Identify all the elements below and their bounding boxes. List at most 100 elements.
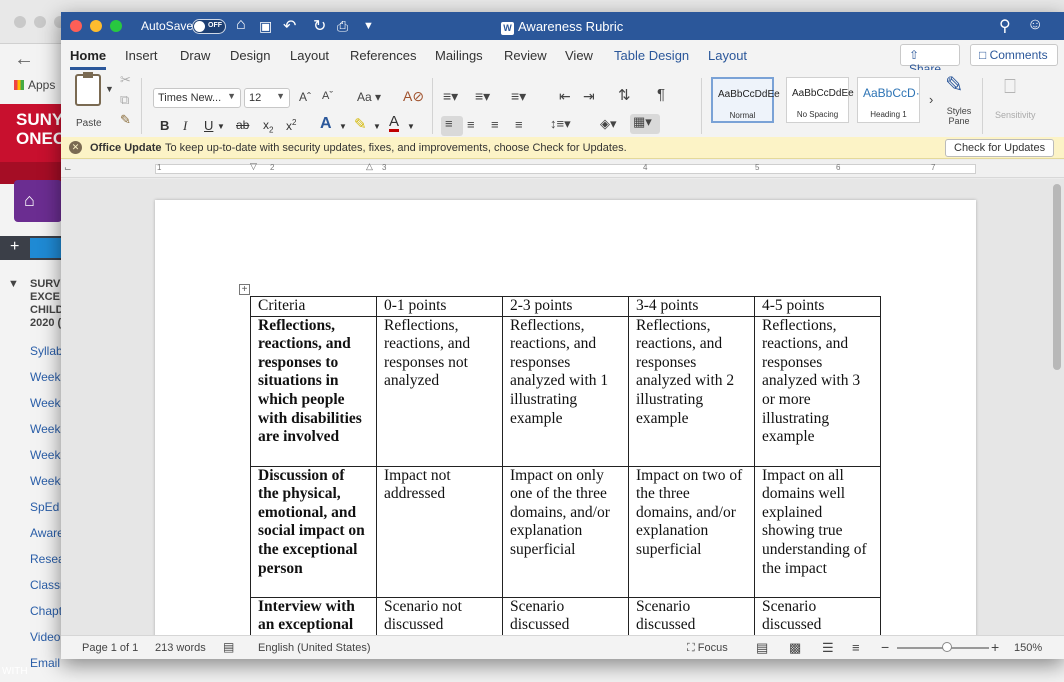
styles-pane-icon[interactable]: ✎: [945, 72, 973, 102]
table-move-handle-icon[interactable]: +: [239, 284, 250, 295]
numbering-icon[interactable]: ≡▾: [475, 88, 490, 105]
maximize-window-button[interactable]: [110, 20, 122, 32]
strikethrough-icon[interactable]: ab: [236, 118, 249, 132]
browser-close-dot[interactable]: [14, 16, 26, 28]
table-header-cell[interactable]: 3-4 points: [628, 296, 755, 317]
superscript-icon[interactable]: x2: [286, 118, 296, 133]
shrink-font-icon[interactable]: Aˇ: [322, 90, 333, 102]
table-cell[interactable]: Reflections, reactions, and responses no…: [376, 315, 503, 467]
language-status[interactable]: English (United States): [258, 642, 371, 654]
borders-icon[interactable]: ▦▾: [630, 114, 660, 134]
feedback-smiley-icon[interactable]: ☺: [1027, 16, 1043, 34]
multilevel-list-icon[interactable]: ≡▾: [511, 88, 526, 105]
collapse-arrow-icon[interactable]: ▼: [8, 278, 19, 291]
table-cell[interactable]: Scenario not discussed: [376, 596, 503, 635]
sidebar-link[interactable]: Chapt: [30, 604, 62, 618]
close-window-button[interactable]: [70, 20, 82, 32]
column-marker[interactable]: △: [366, 161, 373, 172]
font-name-select[interactable]: Times New... ▼: [153, 88, 241, 108]
course-home-icon[interactable]: ⌂: [14, 180, 62, 222]
web-layout-view-icon[interactable]: ▩: [789, 640, 801, 656]
sidebar-link[interactable]: Classr: [30, 578, 62, 592]
zoom-out-icon[interactable]: −: [881, 639, 889, 655]
sort-icon[interactable]: ⇅: [618, 86, 631, 104]
tab-review[interactable]: Review: [504, 48, 547, 63]
highlight-icon[interactable]: ✎: [354, 115, 367, 133]
table-cell[interactable]: Reflections, reactions, and responses an…: [628, 315, 755, 467]
bold-icon[interactable]: B: [160, 118, 169, 133]
text-effects-icon[interactable]: A: [320, 115, 332, 133]
undo-icon[interactable]: ↶: [283, 16, 296, 36]
browser-back-icon[interactable]: ←: [14, 48, 34, 71]
format-painter-icon[interactable]: ✎: [120, 112, 131, 128]
highlight-options-icon[interactable]: ▼: [373, 122, 381, 131]
underline-options-icon[interactable]: ▼: [217, 122, 225, 131]
tab-table-layout[interactable]: Layout: [708, 48, 747, 63]
sidebar-link[interactable]: SpEd: [30, 500, 62, 514]
subscript-icon[interactable]: x2: [263, 118, 273, 134]
decrease-indent-icon[interactable]: ⇤: [559, 88, 571, 105]
tab-layout[interactable]: Layout: [290, 48, 329, 63]
draft-view-icon[interactable]: ≡: [852, 640, 860, 655]
autosave-toggle[interactable]: OFF: [192, 19, 226, 34]
home-icon[interactable]: ⌂: [236, 16, 246, 34]
clear-formatting-icon[interactable]: A⊘: [403, 88, 424, 105]
sidebar-link[interactable]: Video: [30, 630, 62, 644]
table-cell[interactable]: Reflections, reactions, and responses an…: [754, 315, 881, 467]
zoom-slider-knob[interactable]: [942, 642, 952, 652]
tab-design[interactable]: Design: [230, 48, 270, 63]
font-color-icon[interactable]: A: [389, 114, 400, 132]
print-icon[interactable]: ⎙: [337, 18, 348, 35]
criteria-cell[interactable]: Discussion of the physical, emotional, a…: [250, 465, 377, 598]
table-cell[interactable]: Impact on all domains well explained sho…: [754, 465, 881, 598]
check-for-updates-button[interactable]: Check for Updates: [945, 139, 1055, 157]
browser-minimize-dot[interactable]: [34, 16, 46, 28]
redo-icon[interactable]: ↻: [313, 16, 326, 36]
align-right-icon[interactable]: ≡: [491, 117, 499, 132]
sidebar-link[interactable]: Week: [30, 370, 62, 384]
styles-pane-label[interactable]: Styles Pane: [944, 106, 974, 126]
shading-icon[interactable]: ◈▾: [600, 116, 617, 132]
sidebar-link[interactable]: Week: [30, 422, 62, 436]
underline-icon[interactable]: U: [204, 118, 213, 133]
document-page[interactable]: + Criteria 0-1 points 2-3 points 3-4 poi…: [155, 200, 976, 635]
criteria-cell[interactable]: Reflections, reactions, and responses to…: [250, 315, 377, 467]
paste-options-chevron-icon[interactable]: ▼: [105, 84, 114, 94]
tab-view[interactable]: View: [565, 48, 593, 63]
add-icon[interactable]: +: [10, 238, 19, 256]
table-cell[interactable]: Impact on only one of the three domains,…: [502, 465, 629, 598]
tab-insert[interactable]: Insert: [125, 48, 158, 63]
style-normal[interactable]: AaBbCcDdEe Normal: [711, 77, 780, 123]
proofing-icon[interactable]: ▤: [223, 640, 234, 654]
tab-references[interactable]: References: [350, 48, 416, 63]
tab-stop-selector-icon[interactable]: ⌙: [64, 163, 72, 174]
style-no-spacing[interactable]: AaBbCcDdEe No Spacing: [786, 77, 854, 123]
search-icon[interactable]: ⚲: [999, 16, 1011, 36]
line-spacing-icon[interactable]: ↕≡▾: [550, 116, 571, 132]
document-title[interactable]: W Awareness Rubric: [501, 19, 623, 35]
rubric-table[interactable]: Criteria 0-1 points 2-3 points 3-4 point…: [250, 296, 881, 635]
sidebar-link[interactable]: Resea: [30, 552, 62, 566]
horizontal-ruler[interactable]: ⌙ ▽ △ 1 2 3 4 5 6 7: [61, 160, 1064, 178]
table-cell[interactable]: Reflections, reactions, and responses an…: [502, 315, 629, 467]
table-header-cell[interactable]: Criteria: [250, 296, 377, 317]
sidebar-link[interactable]: Week: [30, 396, 62, 410]
text-effects-options-icon[interactable]: ▼: [339, 122, 347, 131]
table-cell[interactable]: Impact not addressed: [376, 465, 503, 598]
tab-draw[interactable]: Draw: [180, 48, 210, 63]
grow-font-icon[interactable]: Aˆ: [299, 90, 311, 104]
table-cell[interactable]: Scenario discussed: [754, 596, 881, 635]
sensitivity-icon[interactable]: ⎕: [1004, 76, 1016, 99]
align-left-icon[interactable]: ≡: [441, 116, 463, 136]
tab-table-design[interactable]: Table Design: [614, 48, 689, 63]
browser-apps-bookmark[interactable]: Apps: [14, 78, 55, 92]
increase-indent-icon[interactable]: ⇥: [583, 88, 595, 105]
table-header-cell[interactable]: 2-3 points: [502, 296, 629, 317]
table-cell[interactable]: Impact on two of the three domains, and/…: [628, 465, 755, 598]
tab-mailings[interactable]: Mailings: [435, 48, 483, 63]
share-button[interactable]: ⇧ Share: [900, 44, 960, 76]
table-cell[interactable]: Scenario discussed: [628, 596, 755, 635]
outline-view-icon[interactable]: ☰: [822, 640, 834, 656]
print-layout-view-icon[interactable]: ▤: [756, 640, 768, 656]
table-cell[interactable]: Scenario discussed: [502, 596, 629, 635]
